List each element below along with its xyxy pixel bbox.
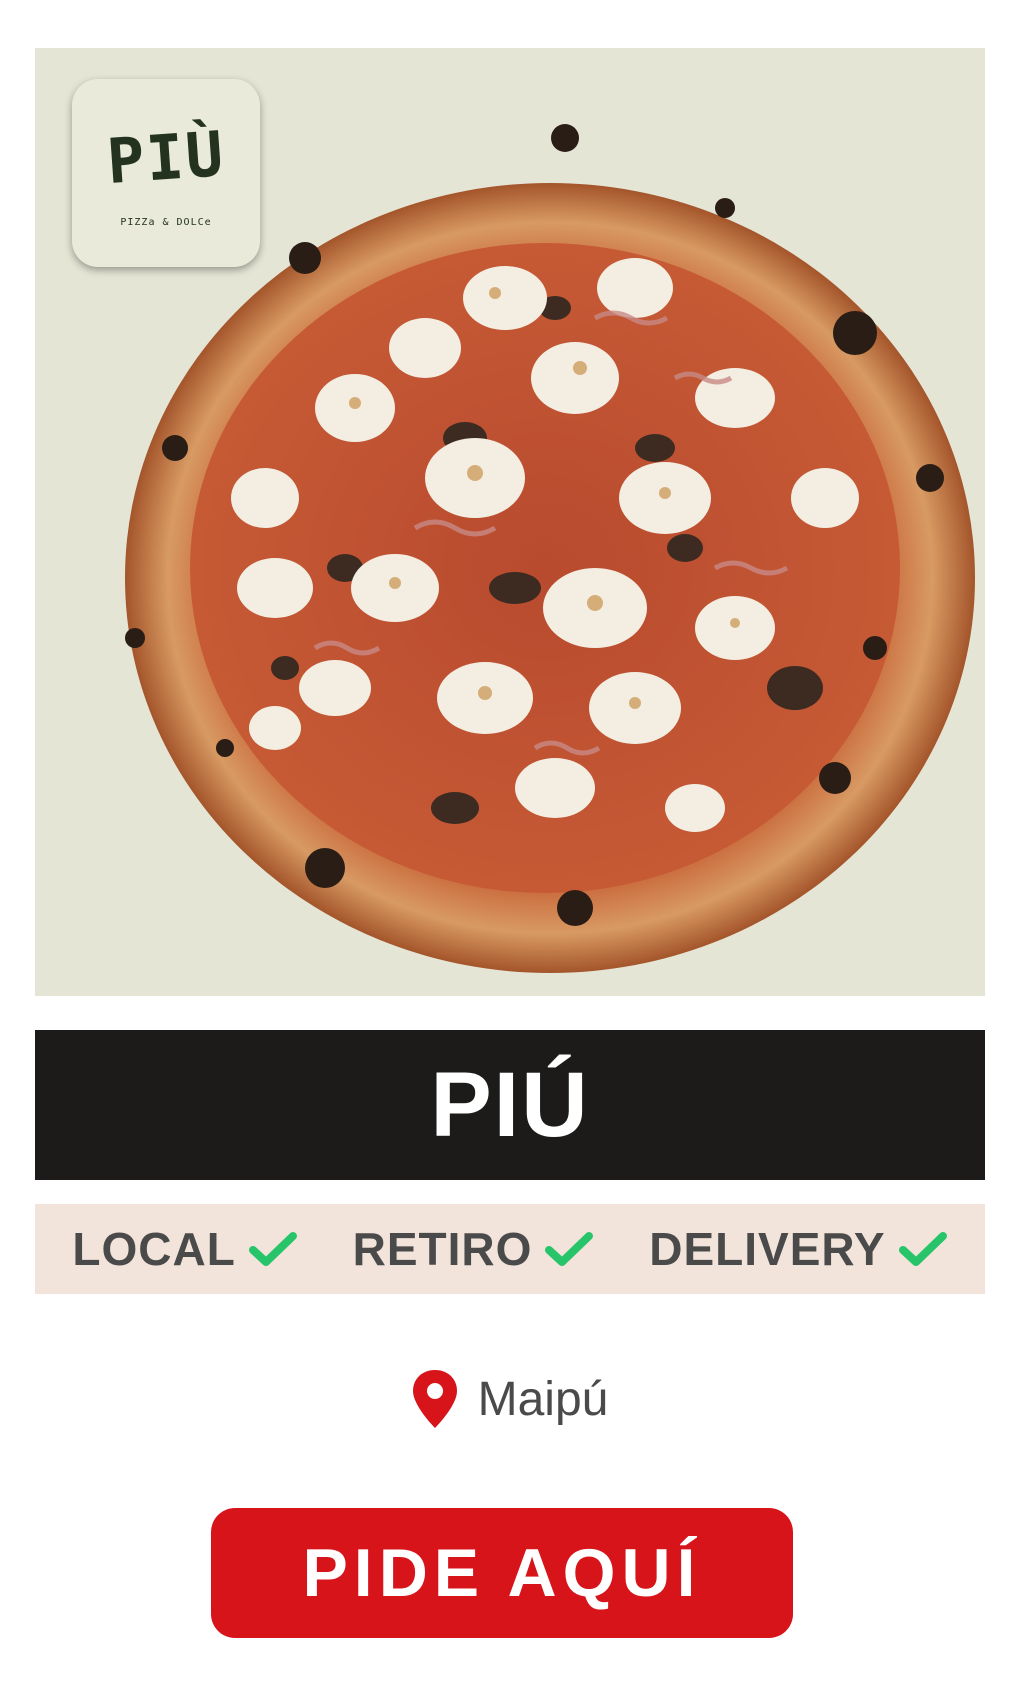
hero-image: PIÙ PIZZa & DOLCe — [35, 48, 985, 996]
service-local: LOCAL — [72, 1222, 297, 1276]
service-label: DELIVERY — [649, 1223, 886, 1275]
check-icon — [248, 1232, 297, 1266]
restaurant-name-banner: PIÚ — [35, 1030, 985, 1180]
check-icon — [898, 1232, 947, 1266]
restaurant-logo: PIÙ PIZZa & DOLCe — [72, 79, 260, 267]
map-pin-icon — [412, 1370, 457, 1428]
location: Maipú — [0, 1368, 1018, 1430]
service-label: RETIRO — [352, 1223, 533, 1275]
service-options-bar: LOCAL RETIRO DELIVERY — [35, 1204, 985, 1294]
service-delivery: DELIVERY — [649, 1222, 947, 1276]
check-icon — [545, 1232, 594, 1266]
service-retiro: RETIRO — [353, 1222, 595, 1276]
logo-wordmark: PIÙ — [104, 116, 228, 199]
service-label: LOCAL — [72, 1223, 236, 1275]
restaurant-name: PIÚ — [430, 1053, 590, 1156]
order-here-button[interactable]: PIDE AQUÍ — [211, 1508, 793, 1638]
order-here-label: PIDE AQUÍ — [302, 1535, 702, 1611]
location-label: Maipú — [477, 1372, 609, 1426]
logo-tagline: PIZZa & DOLCe — [120, 217, 212, 228]
